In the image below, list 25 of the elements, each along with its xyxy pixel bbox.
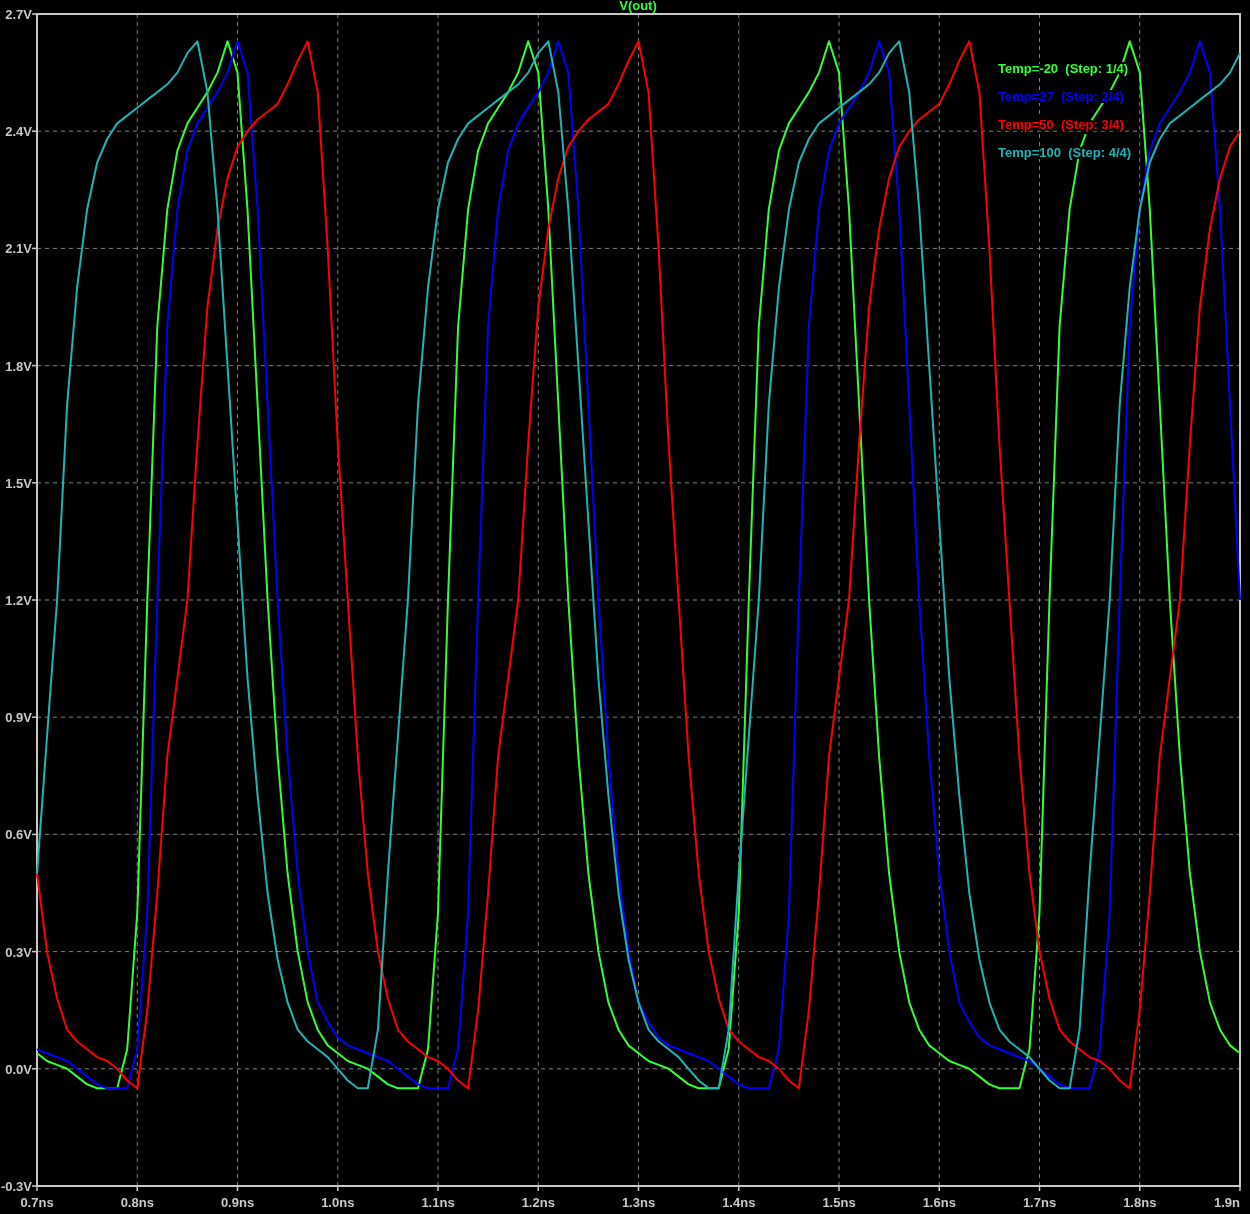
x-tick-label: 1.4ns	[722, 1195, 756, 1210]
x-tick-label: 0.7ns	[20, 1195, 54, 1210]
x-tick-label: 1.1ns	[421, 1195, 455, 1210]
y-tick-label: 1.5V	[5, 475, 32, 491]
x-tick-label: 1.3ns	[621, 1195, 656, 1210]
y-tick-label: 1.2V	[5, 593, 32, 608]
x-tick-label: 1.8ns	[1123, 1195, 1157, 1210]
y-tick-label: 0.3V	[5, 944, 32, 960]
x-tick-label: 1.2ns	[521, 1195, 555, 1210]
y-tick-label: 2.4V	[5, 124, 32, 140]
x-tick-label: 0.8ns	[120, 1195, 154, 1210]
y-tick-label: 1.8V	[5, 358, 32, 374]
y-tick-label: -0.3V	[0, 1179, 32, 1194]
x-tick-label: 1.7ns	[1022, 1195, 1057, 1210]
x-tick-label: 1.5ns	[822, 1195, 856, 1210]
y-tick-label: 0.6V	[5, 827, 32, 843]
x-tick-label: 1.0ns	[321, 1195, 355, 1210]
x-tick-label: 1.6ns	[922, 1195, 956, 1210]
x-tick-label: 0.9ns	[220, 1195, 255, 1210]
chart-title: V(out)	[619, 0, 657, 13]
y-tick-label: 2.7V	[5, 7, 32, 22]
y-tick-label: 2.1V	[5, 241, 32, 257]
y-tick-label: 0.9V	[5, 710, 32, 726]
x-tick-label: 1.9n	[1214, 1195, 1240, 1210]
y-tick-label: 0.0V	[5, 1061, 32, 1077]
